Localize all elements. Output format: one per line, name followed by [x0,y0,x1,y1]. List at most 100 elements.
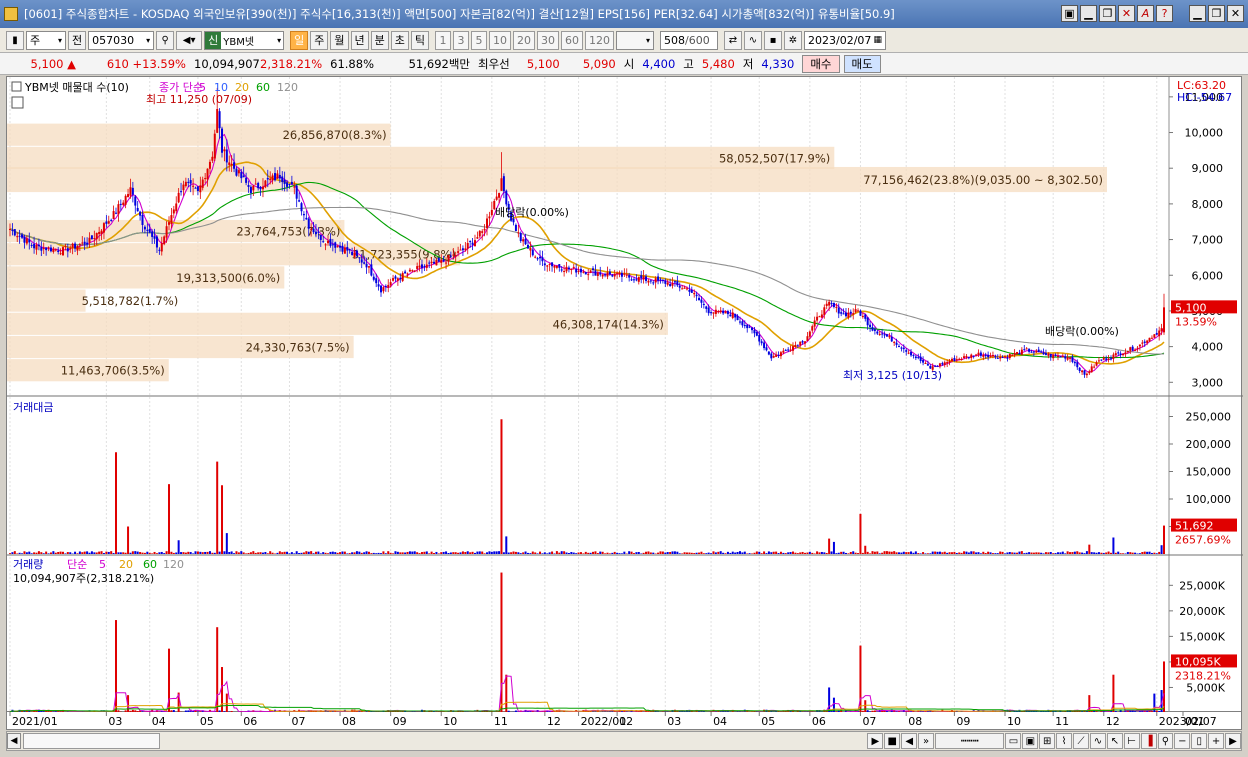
candle-body [1078,367,1081,372]
highlight-icon[interactable]: ▐ [1140,733,1157,749]
amount-bar [264,551,267,554]
amount-bar [1090,552,1093,554]
amount-bar [991,553,994,554]
chart-canvas[interactable]: 11,463,706(3.5%) 24,330,763(7.5%) 46,308,1… [7,77,1243,713]
amount-bar [895,552,898,554]
period-week[interactable]: 주 [310,30,329,50]
magnifier-icon[interactable]: ⚲ [1157,733,1174,749]
candle-body [115,212,118,214]
code-input[interactable]: 057030 ▾ [88,30,155,50]
help-icon[interactable]: ? [1156,5,1173,22]
amount-bar [743,551,746,554]
split-view-icon[interactable]: ▭ [1005,733,1022,749]
stop-icon[interactable]: ■ [884,733,901,749]
count-input[interactable]: 508/600 [660,30,718,50]
candle-body [86,242,89,245]
zoom-out-icon[interactable]: − [1174,733,1191,749]
play-icon[interactable]: ▶ [867,733,884,749]
ruler-icon[interactable]: ⊢ [1123,733,1140,749]
amount-bar [830,551,833,554]
trend-line-icon[interactable]: ⟋ [1073,733,1089,749]
layout-icon[interactable]: ▣ [1022,733,1039,749]
chart-area[interactable]: 11,463,706(3.5%) 24,330,763(7.5%) 46,308,1… [6,76,1243,713]
pin-icon[interactable]: ▮ [6,30,24,50]
amount-bar [331,551,334,554]
candle-body [469,240,472,242]
amount-tick-label: 150,000 [1186,466,1232,479]
period-day[interactable]: 일 [290,30,309,50]
interval-3[interactable]: 3 [453,30,469,50]
candle-body [919,356,922,362]
candle-body [943,362,946,365]
candle-body [698,297,701,301]
period-year[interactable]: 년 [350,30,369,50]
reset-zoom-icon[interactable]: ▯ [1191,733,1208,749]
step-back-icon[interactable]: ◀ [901,733,918,749]
candle-body [1117,352,1120,354]
interval-5[interactable]: 5 [471,30,487,50]
interval-30[interactable]: 30 [537,30,559,50]
amount-bar [447,552,450,554]
font-icon[interactable]: A [1137,5,1154,22]
prev-button[interactable]: 전 [68,30,87,50]
mode-select[interactable]: 주 ▾ [26,30,66,50]
last-amount-label: 51,692 [1175,520,1214,533]
compare-icon[interactable]: ⇄ [724,30,742,50]
minimize-all-icon[interactable]: ▁ [1080,5,1097,22]
candle-body [401,273,404,281]
indicator-icon[interactable]: ∿ [744,30,762,50]
search-icon[interactable]: ⚲ [156,30,175,50]
volume-legend-4: 120 [163,558,184,571]
period-minute[interactable]: 분 [370,30,389,50]
candle-body [471,242,474,245]
candle-body [1023,349,1026,351]
scroll-left-icon[interactable]: ◀ [7,733,21,749]
zoom-slider-icon[interactable]: ┅┅┅ [935,733,1005,749]
candle-body [864,314,867,319]
drawing-tool-icon[interactable]: ⌇ [1056,733,1073,749]
amount-bar [1028,552,1031,554]
maximize-button[interactable]: ❐ [1208,5,1225,22]
speaker-icon[interactable]: ◀▾ [176,30,203,50]
amount-bar [102,553,105,554]
restore-all-icon[interactable]: ❐ [1099,5,1116,22]
interval-1[interactable]: 1 [435,30,451,50]
link-icon[interactable]: ▣ [1061,5,1078,22]
date-input[interactable]: 2023/02/07 ▦ [804,30,886,50]
amount-bar [712,551,715,554]
scroll-thumb[interactable] [22,733,160,749]
grid-view-icon[interactable]: ⊞ [1039,733,1056,749]
wave-icon[interactable]: ∿ [1089,733,1106,749]
calendar-icon[interactable]: ▦ [873,35,882,45]
interval-60[interactable]: 60 [561,30,583,50]
interval-120[interactable]: 120 [585,30,614,50]
period-second[interactable]: 초 [390,30,409,50]
period-tick[interactable]: 틱 [410,30,429,50]
scroll-right-icon[interactable]: ▶ [1225,733,1241,749]
time-axis-canvas: 2021/01 03 04 05 06 07 08 09 10 11 12 2022/0102 03 04… [9,712,1217,728]
amount-bar [888,551,891,554]
minimize-button[interactable]: ▁ [1189,5,1206,22]
sell-button[interactable]: 매도 [843,54,881,73]
last-amount-ratio: 2657.69% [1175,534,1231,547]
amount-tick-label: 250,000 [1186,411,1232,424]
scroll-track[interactable] [160,733,867,749]
amount-bar [804,552,807,554]
zoom-in-icon[interactable]: + [1208,733,1225,749]
candle-body [844,312,847,317]
stock-name-box[interactable]: 신 YBM넷 ▾ [204,30,285,50]
cursor-icon[interactable]: ↖ [1106,733,1123,749]
buy-button[interactable]: 매수 [802,54,840,73]
horizontal-scrollbar[interactable]: ◀ ▶ ■ ◀ » ┅┅┅ ▭ ▣ ⊞ ⌇ ⟋ ∿ ↖ ⊢ ▐ ⚲ − ▯ + … [6,731,1242,751]
time-tick-label: 02 [619,715,633,728]
save-icon[interactable]: ▪ [764,30,782,50]
period-month[interactable]: 월 [330,30,349,50]
settings-icon[interactable]: ✲ [784,30,802,50]
close-button[interactable]: ✕ [1227,5,1244,22]
interval-20[interactable]: 20 [513,30,535,50]
custom-interval-select[interactable]: ▾ [616,30,654,50]
amount-bar [254,552,257,554]
interval-10[interactable]: 10 [489,30,511,50]
fast-forward-icon[interactable]: » [918,733,934,749]
close-all-icon[interactable]: ✕ [1118,5,1135,22]
